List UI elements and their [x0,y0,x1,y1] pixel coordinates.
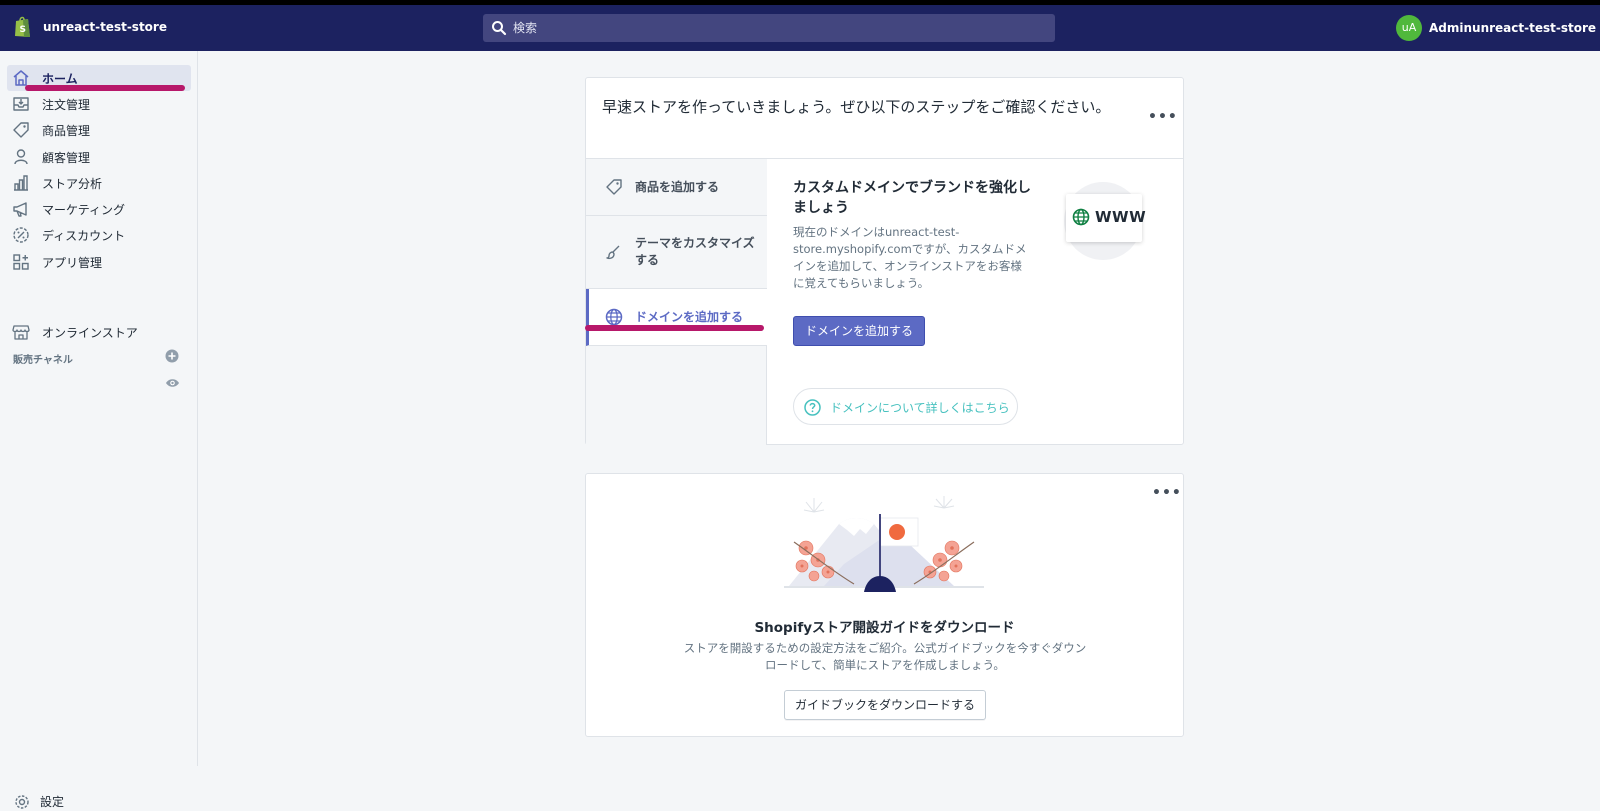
brush-icon [606,245,620,260]
globe-icon [605,308,623,326]
sidebar-item-customers[interactable]: 顧客管理 [7,144,191,170]
tag-icon [606,179,622,195]
search-input[interactable] [513,14,1043,42]
orders-icon [13,97,29,111]
sidebar-item-label: ストア分析 [42,177,103,191]
guidebook-title: Shopifyストア開設ガイドをダウンロード [754,620,1015,636]
megaphone-icon [13,202,27,217]
sidebar-item-label: アプリ管理 [42,256,103,270]
step-label: 商品を追加する [635,180,720,194]
www-illustration: WWW [1066,194,1146,242]
sales-channels-header: 販売チャネル [13,355,73,366]
store-icon [12,325,30,340]
sidebar-item-label: ディスカウント [42,229,126,243]
globe-icon [1072,208,1090,226]
tag-icon [13,122,29,138]
help-link-label: ドメインについて詳しくはこちら [830,401,1010,415]
www-label: WWW [1095,208,1147,226]
guidebook-card: ••• Shopifyストア開設ガイドをダウンロード ストアを開設するための設定… [585,473,1184,737]
sidebar-item-label: マーケティング [42,203,126,217]
setup-guide-card: 早速ストアを作っていきましょう。ぜひ以下のステップをご確認ください。 ••• 商… [585,77,1184,445]
setup-card-header: 早速ストアを作っていきましょう。ぜひ以下のステップをご確認ください。 [602,98,1111,116]
shopify-logo-icon[interactable]: S [13,15,33,39]
sidebar-item-orders[interactable]: 注文管理 [7,91,191,117]
step-add-product[interactable]: 商品を追加する [586,159,767,216]
search-icon [492,21,507,36]
sidebar-item-apps[interactable]: アプリ管理 [7,249,191,275]
setup-steps-list: 商品を追加する テーマをカスタマイズする ドメインを追加する [586,159,767,445]
question-icon [804,399,821,416]
domain-detail-title: カスタムドメインでブランドを強化しましょう [793,180,1031,216]
avatar[interactable]: uA [1396,15,1422,41]
store-name[interactable]: unreact-test-store [43,20,167,34]
step-label: テーマをカスタマイズする [635,236,755,267]
guidebook-text: ストアを開設するための設定方法をご紹介。公式ガイドブックを今すぐダウンロードして… [683,641,1087,672]
download-guidebook-button[interactable]: ガイドブックをダウンロードする [784,690,986,720]
sidebar-item-label: オンラインストア [42,326,138,340]
annotation-underline-domain [585,325,764,331]
add-channel-icon[interactable] [165,349,179,363]
add-domain-button[interactable]: ドメインを追加する [793,316,925,346]
svg-text:S: S [20,25,26,35]
annotation-underline-home [25,85,185,91]
domain-help-link[interactable]: ドメインについて詳しくはこちら [793,388,1018,425]
eye-icon[interactable] [165,376,180,390]
domain-detail-text: 現在のドメインはunreact-test-store.myshopify.com… [793,225,1027,290]
search-bar[interactable] [483,14,1055,42]
sidebar-item-label: 顧客管理 [42,151,91,165]
gear-icon[interactable] [13,793,31,811]
step-add-domain[interactable]: ドメインを追加する [586,289,767,346]
account-name[interactable]: Adminunreact-test-store [1429,21,1596,35]
more-actions-button[interactable]: ••• [1148,110,1177,126]
more-actions-button[interactable]: ••• [1152,486,1181,502]
sidebar-item-marketing[interactable]: マーケティング [7,196,191,222]
sidebar-item-online-store[interactable]: オンラインストア [7,319,191,345]
sidebar-item-analytics[interactable]: ストア分析 [7,170,191,196]
sidebar-item-settings[interactable]: 設定 [40,793,64,810]
sidebar-item-products[interactable]: 商品管理 [7,117,191,143]
person-icon [14,149,28,165]
apps-icon [13,254,29,270]
bar-chart-icon [14,175,28,191]
sidebar-item-label: 商品管理 [42,124,91,138]
step-label: ドメインを追加する [635,310,744,324]
sidebar-item-discounts[interactable]: ディスカウント [7,222,191,248]
sidebar: ホーム 注文管理 商品管理 顧客管理 ストア分析 マーケティング ディスカウント… [0,51,198,809]
mount-fuji-illustration [784,496,984,592]
top-bar: S unreact-test-store uA Adminunreact-tes… [0,5,1600,51]
sidebar-item-label: 注文管理 [42,98,91,112]
step-customize-theme[interactable]: テーマをカスタマイズする [586,216,767,289]
discount-icon [13,227,29,243]
